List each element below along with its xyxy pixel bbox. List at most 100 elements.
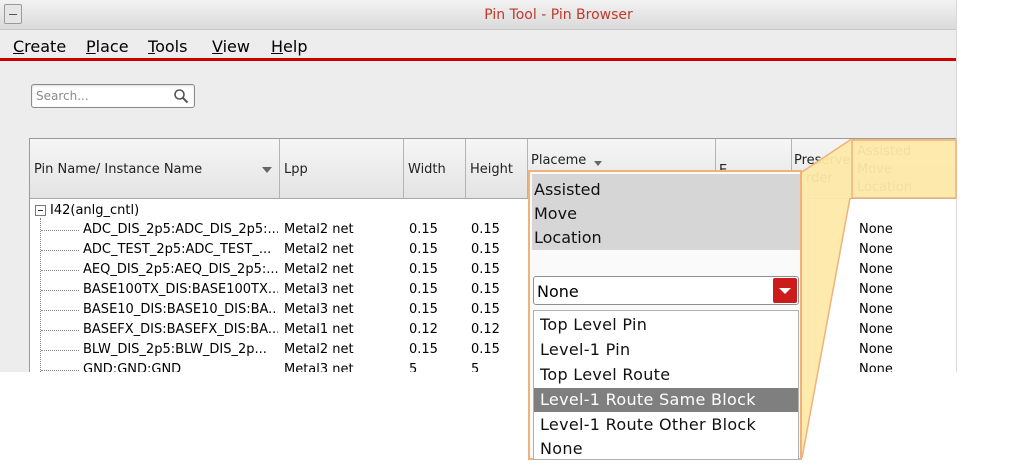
menu-help-mnemonic: H bbox=[271, 37, 284, 56]
pin-name-cell: ADC_DIS_2p5:ADC_DIS_2p5:... bbox=[83, 222, 278, 237]
menu-tools-label: ools bbox=[155, 37, 188, 56]
sort-arrow-icon[interactable] bbox=[262, 167, 272, 173]
search-input[interactable] bbox=[36, 87, 172, 105]
menu-view-label: iew bbox=[222, 37, 250, 56]
table-row[interactable]: AEQ_DIS_2p5:AEQ_DIS_2p5:... Metal2 net 0… bbox=[30, 260, 956, 280]
assisted-cell: None bbox=[859, 262, 893, 277]
assisted-cell: None bbox=[859, 322, 893, 337]
lpp-cell: Metal2 net bbox=[284, 342, 354, 357]
pin-name-cell: GND:GND:GND bbox=[83, 362, 182, 372]
assisted-cell: None bbox=[859, 222, 893, 237]
height-cell: 0.12 bbox=[471, 322, 500, 337]
assisted-cell: None bbox=[859, 242, 893, 257]
assisted-move-location-select[interactable]: None bbox=[533, 276, 799, 305]
placement-sort-arrow-icon[interactable] bbox=[594, 161, 602, 166]
height-cell: 0.15 bbox=[471, 302, 500, 317]
table-row[interactable]: ADC_TEST_2p5:ADC_TEST_... Metal2 net 0.1… bbox=[30, 240, 956, 260]
tree-branch bbox=[41, 230, 79, 231]
pin-name-cell: BASE100TX_DIS:BASE100TX... bbox=[83, 282, 278, 297]
height-cell: 0.15 bbox=[471, 282, 500, 297]
height-cell: 5 bbox=[471, 362, 480, 372]
assisted-line-3: Location bbox=[857, 180, 912, 195]
lpp-cell: Metal2 net bbox=[284, 262, 354, 277]
column-header-placement-label: Placeme bbox=[531, 153, 587, 168]
lpp-cell: Metal3 net bbox=[284, 362, 354, 372]
tree-branch bbox=[41, 290, 79, 291]
assisted-move-location-options: Top Level Pin Level-1 Pin Top Level Rout… bbox=[533, 310, 799, 460]
menu-help[interactable]: Help bbox=[271, 37, 307, 56]
menu-place-mnemonic: P bbox=[86, 37, 96, 56]
zoomed-assisted-move-location-panel: Assisted Move Location None Top Level Pi… bbox=[528, 170, 802, 460]
pin-browser-window: Pin Tool - Pin Browser Create Place Tool… bbox=[0, 0, 957, 372]
width-cell: 0.12 bbox=[409, 322, 438, 337]
dropdown-arrow-icon[interactable] bbox=[773, 278, 797, 303]
option-top-level-pin[interactable]: Top Level Pin bbox=[534, 313, 798, 337]
table-row[interactable]: ADC_DIS_2p5:ADC_DIS_2p5:... Metal2 net 0… bbox=[30, 220, 956, 240]
table-row[interactable]: GND:GND:GND Metal3 net 5 5 None bbox=[30, 360, 956, 372]
column-header-assisted-move-location[interactable]: Assisted Move Location bbox=[854, 139, 956, 199]
assisted-cell: None bbox=[859, 362, 893, 372]
option-level-1-route-other-block[interactable]: Level-1 Route Other Block bbox=[534, 413, 798, 437]
width-cell: 0.15 bbox=[409, 282, 438, 297]
height-cell: 0.15 bbox=[471, 242, 500, 257]
assisted-line-2: Move bbox=[857, 162, 892, 177]
tree-branch bbox=[41, 330, 79, 331]
assisted-cell: None bbox=[859, 342, 893, 357]
search-box bbox=[31, 84, 195, 108]
tree-branch bbox=[41, 270, 79, 271]
table-header: Pin Name/ Instance Name Lpp Width Height… bbox=[30, 139, 956, 199]
column-header-assisted-label: Assisted Move Location bbox=[857, 143, 912, 197]
menu-create-mnemonic: C bbox=[13, 37, 25, 56]
column-header-width[interactable]: Width bbox=[404, 139, 466, 199]
lpp-cell: Metal2 net bbox=[284, 222, 354, 237]
lpp-cell: Metal2 net bbox=[284, 242, 354, 257]
option-level-1-pin[interactable]: Level-1 Pin bbox=[534, 338, 798, 362]
column-header-pin-name-label: Pin Name/ Instance Name bbox=[34, 162, 203, 177]
zoomed-header-line-3: Location bbox=[534, 228, 602, 247]
width-cell: 0.15 bbox=[409, 262, 438, 277]
collapse-icon[interactable] bbox=[35, 205, 46, 216]
select-current-value: None bbox=[537, 282, 579, 301]
width-cell: 0.15 bbox=[409, 242, 438, 257]
table-row[interactable]: BASE100TX_DIS:BASE100TX... Metal3 net 0.… bbox=[30, 280, 956, 300]
pin-name-cell: BASE10_DIS:BASE10_DIS:BA... bbox=[83, 302, 278, 317]
column-header-pin-name[interactable]: Pin Name/ Instance Name bbox=[30, 139, 280, 199]
menu-place[interactable]: Place bbox=[86, 37, 129, 56]
table-row[interactable]: BLW_DIS_2p5:BLW_DIS_2p... Metal2 net 0.1… bbox=[30, 340, 956, 360]
tree-branch bbox=[41, 310, 79, 311]
menu-create-label: reate bbox=[24, 37, 67, 56]
pin-name-cell: BASEFX_DIS:BASEFX_DIS:BA... bbox=[83, 322, 278, 337]
menu-view-mnemonic: V bbox=[212, 37, 223, 56]
column-header-lpp-label: Lpp bbox=[284, 162, 308, 177]
height-cell: 0.15 bbox=[471, 342, 500, 357]
lpp-cell: Metal3 net bbox=[284, 302, 354, 317]
height-cell: 0.15 bbox=[471, 262, 500, 277]
column-header-width-label: Width bbox=[408, 162, 446, 177]
tree-root-label: I42(anlg_cntl) bbox=[50, 203, 140, 218]
column-header-height[interactable]: Height bbox=[466, 139, 528, 199]
menu-tools-mnemonic: T bbox=[148, 37, 156, 56]
option-level-1-route-same-block[interactable]: Level-1 Route Same Block bbox=[534, 388, 798, 412]
option-top-level-route[interactable]: Top Level Route bbox=[534, 363, 798, 387]
assisted-cell: None bbox=[859, 302, 893, 317]
assisted-cell: None bbox=[859, 282, 893, 297]
column-header-preserve-label: Preserve bbox=[794, 153, 851, 168]
search-icon[interactable] bbox=[173, 88, 189, 104]
lpp-cell: Metal3 net bbox=[284, 282, 354, 297]
menu-view[interactable]: View bbox=[212, 37, 250, 56]
width-cell: 0.15 bbox=[409, 342, 438, 357]
table-row[interactable]: BASE10_DIS:BASE10_DIS:BA... Metal3 net 0… bbox=[30, 300, 956, 320]
width-cell: 0.15 bbox=[409, 302, 438, 317]
menu-bar: Create Place Tools View Help bbox=[0, 30, 956, 61]
menu-create[interactable]: Create bbox=[13, 37, 66, 56]
tree-branch bbox=[41, 250, 79, 251]
column-header-preserve-label-2: rder bbox=[806, 171, 833, 186]
window-title: Pin Tool - Pin Browser bbox=[484, 7, 633, 23]
title-bar: Pin Tool - Pin Browser bbox=[0, 0, 956, 30]
column-header-lpp[interactable]: Lpp bbox=[280, 139, 404, 199]
menu-tools[interactable]: Tools bbox=[148, 37, 187, 56]
table-row[interactable]: BASEFX_DIS:BASEFX_DIS:BA... Metal1 net 0… bbox=[30, 320, 956, 340]
height-cell: 0.15 bbox=[471, 222, 500, 237]
tree-branch bbox=[41, 370, 79, 371]
option-none[interactable]: None bbox=[534, 437, 798, 461]
